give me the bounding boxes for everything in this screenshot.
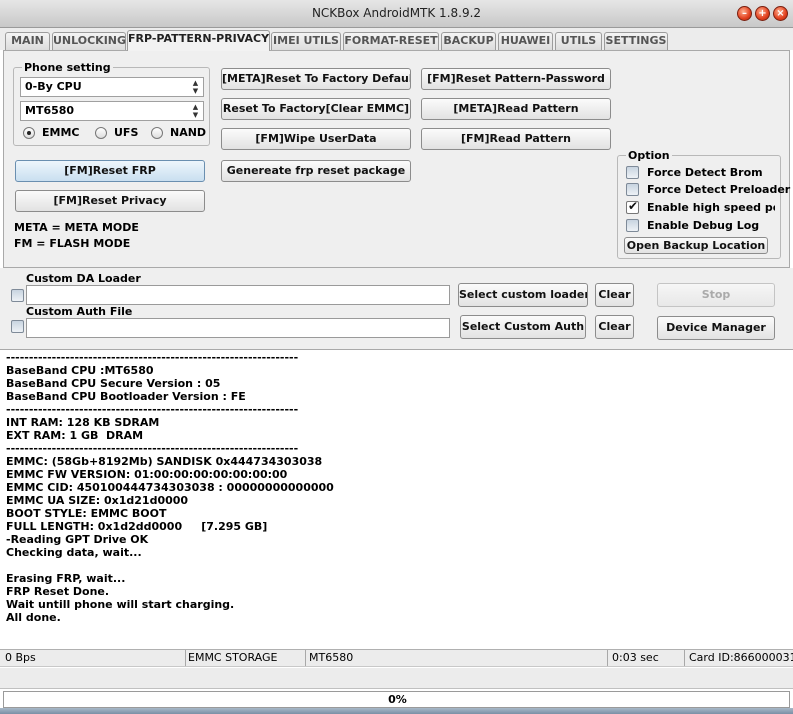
force-detect-brom-checkbox[interactable] — [626, 166, 639, 179]
status-speed: 0 Bps — [5, 651, 36, 664]
meta-read-pattern-button[interactable]: [META]Read Pattern — [421, 98, 611, 120]
status-time: 0:03 sec — [612, 651, 659, 664]
spin-arrows-icon: ▲ ▼ — [192, 103, 199, 119]
clear-auth-button[interactable]: Clear — [595, 315, 634, 339]
log-line: Erasing FRP, wait... — [6, 572, 126, 585]
log-line: ----------------------------------------… — [6, 351, 299, 364]
maximize-button[interactable]: + — [755, 6, 770, 21]
reset-frp-button[interactable]: [FM]Reset FRP — [15, 160, 205, 182]
tab-unlocking[interactable]: UNLOCKING — [52, 32, 126, 50]
force-detect-preloader-checkbox[interactable] — [626, 183, 639, 196]
tab-imei-utils[interactable]: IMEI UTILS — [271, 32, 341, 50]
meta-reset-factory-button[interactable]: [META]Reset To Factory Default — [221, 68, 411, 90]
generate-frp-package-button[interactable]: Genereate frp reset package — [221, 160, 411, 182]
open-backup-location-button[interactable]: Open Backup Location — [624, 237, 768, 254]
radio-ufs[interactable] — [95, 127, 107, 139]
log-line: FULL LENGTH: 0x1d2dd0000 [7.295 GB] — [6, 520, 268, 533]
status-card-id: Card ID:866000031 — [689, 651, 793, 664]
log-line: BaseBand CPU Secure Version : 05 — [6, 377, 221, 390]
log-line: ----------------------------------------… — [6, 442, 299, 455]
model-select[interactable]: MT6580 ▲ ▼ — [20, 101, 204, 121]
radio-nand[interactable] — [151, 127, 163, 139]
tab-settings[interactable]: SETTINGS — [604, 32, 668, 50]
select-custom-loader-button[interactable]: Select custom loader — [458, 283, 588, 307]
tab-format-reset[interactable]: FORMAT-RESET — [343, 32, 439, 50]
tab-utils[interactable]: UTILS — [555, 32, 602, 50]
custom-da-input[interactable] — [26, 285, 450, 305]
custom-auth-label: Custom Auth File — [26, 305, 133, 318]
progress-bar: 0% — [3, 691, 790, 708]
log-line: INT RAM: 128 KB SDRAM — [6, 416, 160, 429]
custom-da-checkbox[interactable] — [11, 289, 24, 302]
log-line: -Reading GPT Drive OK — [6, 533, 149, 546]
spin-arrows-icon: ▲ ▼ — [192, 79, 199, 95]
log-line: BaseBand CPU :MT6580 — [6, 364, 154, 377]
minimize-button[interactable]: – — [737, 6, 752, 21]
tab-main[interactable]: MAIN — [5, 32, 50, 50]
fm-read-pattern-button[interactable]: [FM]Read Pattern — [421, 128, 611, 150]
reset-privacy-button[interactable]: [FM]Reset Privacy — [15, 190, 205, 212]
option-title: Option — [626, 149, 672, 162]
log-line: All done. — [6, 611, 61, 624]
log-line: BaseBand CPU Bootloader Version : FE — [6, 390, 246, 403]
stop-button[interactable]: Stop — [657, 283, 775, 307]
log-line: Wait untill phone will start charging. — [6, 598, 235, 611]
enable-debug-log-label: Enable Debug Log — [647, 219, 760, 232]
status-bar — [0, 649, 793, 667]
wipe-userdata-button[interactable]: [FM]Wipe UserData — [221, 128, 411, 150]
log-line: Checking data, wait... — [6, 546, 142, 559]
select-custom-auth-button[interactable]: Select Custom Auth — [460, 315, 586, 339]
log-line: EMMC: (58Gb+8192Mb) SANDISK 0x4447343030… — [6, 455, 323, 468]
phone-setting-title: Phone setting — [22, 61, 113, 74]
taskbar — [0, 708, 793, 714]
custom-da-label: Custom DA Loader — [26, 272, 141, 285]
log-line: EMMC FW VERSION: 01:00:00:00:00:00:00:00 — [6, 468, 288, 481]
force-detect-brom-label: Force Detect Brom — [647, 166, 763, 179]
status-storage: EMMC STORAGE — [188, 651, 278, 664]
progress-text: 0% — [388, 693, 407, 706]
tab-huawei[interactable]: HUAWEI — [498, 32, 553, 50]
enable-high-speed-port-label: Enable high speed port — [647, 201, 775, 214]
radio-emmc-label: EMMC — [42, 126, 80, 139]
status-divider — [305, 650, 306, 666]
radio-ufs-label: UFS — [114, 126, 139, 139]
enable-high-speed-port-checkbox[interactable] — [626, 199, 639, 214]
reset-factory-clear-emmc-button[interactable]: Reset To Factory[Clear EMMC] — [221, 98, 411, 120]
close-button[interactable]: × — [773, 6, 788, 21]
custom-auth-checkbox[interactable] — [11, 320, 24, 333]
log-line: FRP Reset Done. — [6, 585, 110, 598]
radio-nand-label: NAND — [170, 126, 207, 139]
legend-meta: META = META MODE — [14, 221, 139, 234]
status-divider — [684, 650, 685, 666]
status-divider — [185, 650, 186, 666]
status-chip: MT6580 — [309, 651, 354, 664]
window-title: NCKBox AndroidMTK 1.8.9.2 — [311, 6, 482, 20]
cpu-select[interactable]: 0-By CPU ▲ ▼ — [20, 77, 204, 97]
log-line: ----------------------------------------… — [6, 403, 299, 416]
log-line: BOOT STYLE: EMMC BOOT — [6, 507, 167, 520]
radio-emmc[interactable] — [23, 127, 35, 139]
status-strip — [0, 668, 793, 689]
reset-pattern-password-button[interactable]: [FM]Reset Pattern-Password — [421, 68, 611, 90]
log-output: ----------------------------------------… — [0, 351, 793, 649]
log-line: EMMC CID: 450100444734303038 : 000000000… — [6, 481, 334, 494]
tab-frp-pattern-privacy[interactable]: FRP-PATTERN-PRIVACY — [127, 30, 270, 51]
enable-debug-log-checkbox[interactable] — [626, 219, 639, 232]
device-manager-button[interactable]: Device Manager — [657, 316, 775, 340]
custom-auth-input[interactable] — [26, 318, 450, 338]
status-divider — [607, 650, 608, 666]
model-select-value: MT6580 — [25, 104, 75, 117]
tab-backup[interactable]: BACKUP — [441, 32, 496, 50]
clear-da-button[interactable]: Clear — [595, 283, 634, 307]
log-line: EMMC UA SIZE: 0x1d21d0000 — [6, 494, 189, 507]
legend-fm: FM = FLASH MODE — [14, 237, 131, 250]
log-line: EXT RAM: 1 GB DRAM — [6, 429, 144, 442]
force-detect-preloader-label: Force Detect Preloader — [647, 183, 791, 196]
cpu-select-value: 0-By CPU — [25, 80, 82, 93]
